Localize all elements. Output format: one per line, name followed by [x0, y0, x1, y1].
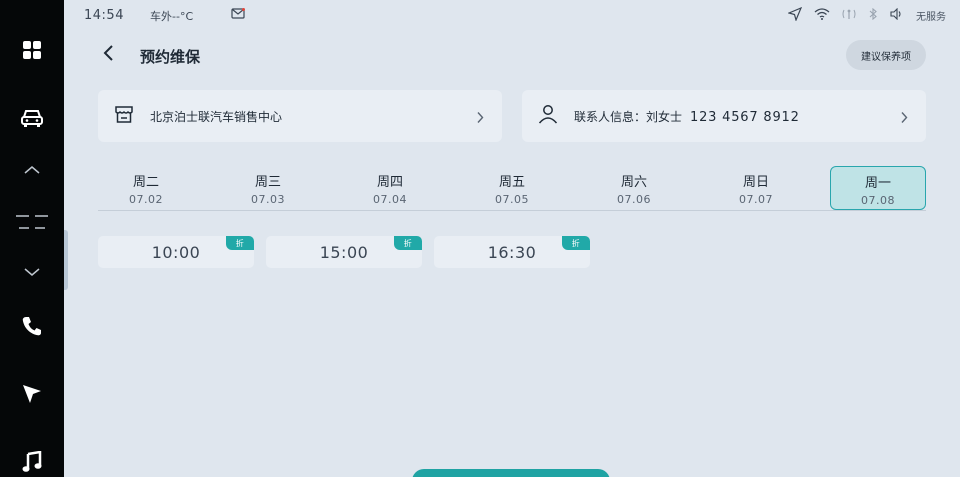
discount-badge: 折 [562, 236, 590, 250]
date-weekday: 周六 [620, 175, 647, 190]
date-value: 07.04 [373, 193, 407, 206]
date-weekday: 周日 [742, 175, 769, 190]
date-weekday: 周五 [498, 175, 525, 190]
date-value: 07.05 [495, 193, 529, 206]
date-tab[interactable]: 周二 07.02 [98, 166, 194, 210]
wifi-icon [814, 8, 830, 23]
confirm-button[interactable] [412, 469, 610, 477]
chevron-up-icon[interactable] [0, 150, 64, 190]
date-tab[interactable]: 周六 07.06 [586, 166, 682, 210]
split-lines-icon[interactable] [0, 202, 64, 242]
contact-phone: 123 4567 8912 [690, 110, 800, 125]
music-note-icon[interactable] [0, 442, 64, 477]
chevron-down-icon[interactable] [0, 252, 64, 292]
date-weekday: 周四 [376, 175, 403, 190]
date-value: 07.08 [861, 194, 895, 207]
time-slot-label: 16:30 [487, 242, 537, 262]
status-bar: 14:54 车外--°C 无服务 [64, 0, 960, 30]
signal-icon [842, 8, 856, 23]
contact-card[interactable]: 联系人信息：刘女士 123 4567 8912 [522, 90, 926, 142]
date-tab[interactable]: 周日 07.07 [708, 166, 804, 210]
car-icon[interactable] [0, 98, 64, 138]
dock-edge-handle[interactable] [64, 230, 68, 290]
apps-grid-icon[interactable] [0, 30, 64, 70]
discount-badge: 折 [394, 236, 422, 250]
chevron-right-icon [900, 109, 908, 128]
time-slot[interactable]: 10:00 折 [98, 236, 254, 268]
time-slot-label: 15:00 [319, 242, 369, 262]
dealer-card[interactable]: 北京泊士联汽车销售中心 [98, 90, 502, 142]
date-value: 07.03 [251, 193, 285, 206]
time-slot-label: 10:00 [151, 242, 201, 262]
date-value: 07.06 [617, 193, 651, 206]
date-weekday: 周一 [864, 176, 891, 191]
outside-temperature: 车外--°C [150, 10, 194, 23]
location-arrow-icon [787, 6, 803, 24]
status-time: 14:54 [84, 8, 124, 23]
volume-icon [890, 7, 904, 23]
date-tab[interactable]: 周五 07.05 [464, 166, 560, 210]
date-tab-selected[interactable]: 周一 07.08 [830, 166, 926, 210]
chevron-right-icon [476, 109, 484, 128]
no-service-label: 无服务 [916, 12, 946, 23]
date-selector: 周二 07.02 周三 07.03 周四 07.04 周五 07.05 周六 0… [98, 164, 926, 211]
back-button[interactable] [96, 42, 120, 68]
mail-icon[interactable] [231, 8, 245, 22]
bluetooth-icon [868, 7, 878, 23]
date-divider [98, 210, 926, 211]
chevron-left-icon [102, 44, 114, 66]
left-dock [0, 0, 64, 477]
contact-info: 联系人信息：刘女士 123 4567 8912 [574, 108, 800, 125]
date-weekday: 周三 [254, 175, 281, 190]
suggested-maintenance-button[interactable]: 建议保养项 [846, 40, 926, 70]
person-icon [538, 104, 558, 128]
discount-badge: 折 [226, 236, 254, 250]
date-value: 07.07 [739, 193, 773, 206]
date-value: 07.02 [129, 193, 163, 206]
date-tab[interactable]: 周四 07.04 [342, 166, 438, 210]
date-weekday: 周二 [132, 175, 159, 190]
navigation-arrow-icon[interactable] [0, 374, 64, 414]
dealer-name: 北京泊士联汽车销售中心 [150, 110, 283, 124]
page-title: 预约维保 [140, 48, 201, 66]
contact-label: 联系人信息：刘女士 [574, 110, 683, 124]
phone-icon[interactable] [0, 306, 64, 346]
store-icon [114, 104, 134, 128]
date-tab[interactable]: 周三 07.03 [220, 166, 316, 210]
status-icons: 无服务 [787, 6, 946, 24]
time-slot[interactable]: 15:00 折 [266, 236, 422, 268]
time-slot[interactable]: 16:30 折 [434, 236, 590, 268]
